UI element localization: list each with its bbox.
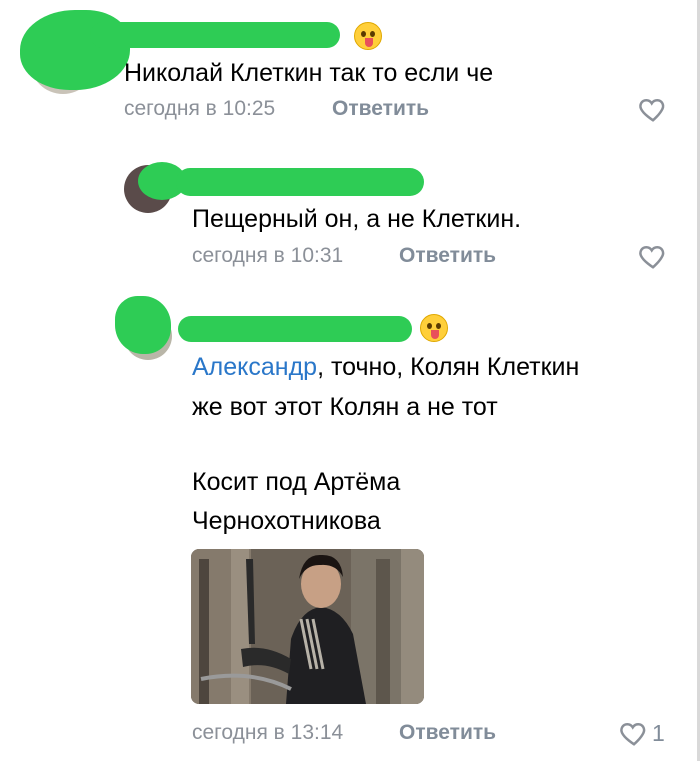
comment-text-line: же вот этот Колян а не тот — [192, 393, 498, 421]
redacted-name — [90, 22, 340, 48]
comment-time: сегодня в 10:31 — [192, 244, 344, 267]
heart-outline-icon[interactable] — [638, 94, 668, 124]
comment-time: сегодня в 13:14 — [192, 721, 344, 744]
reply-button[interactable]: Ответить — [399, 721, 496, 745]
emoji-icon — [354, 22, 382, 50]
heart-outline-icon[interactable] — [619, 718, 649, 748]
mention-link[interactable]: Александр — [192, 353, 317, 381]
redacted-name — [115, 296, 171, 354]
like-count: 1 — [652, 720, 665, 746]
comment-text-line: Косит под Артёма — [192, 468, 401, 496]
attached-photo[interactable] — [191, 549, 424, 704]
heart-outline-icon[interactable] — [638, 241, 668, 271]
emoji-icon — [420, 314, 448, 342]
comment-time: сегодня в 10:25 — [124, 97, 276, 120]
comment-text-line: Чернохотникова — [192, 507, 381, 535]
reply-button[interactable]: Ответить — [399, 244, 496, 268]
comment-text: Николай Клеткин так то если че — [124, 59, 494, 87]
comment-text: Пещерный он, а не Клеткин. — [192, 205, 522, 233]
redacted-name — [176, 168, 424, 196]
reply-button[interactable]: Ответить — [332, 97, 429, 121]
comment-text-line: Александр, точно, Колян Клеткин — [192, 348, 579, 386]
redacted-name — [178, 316, 412, 342]
comment-text-fragment: , точно, Колян Клеткин — [317, 353, 580, 381]
